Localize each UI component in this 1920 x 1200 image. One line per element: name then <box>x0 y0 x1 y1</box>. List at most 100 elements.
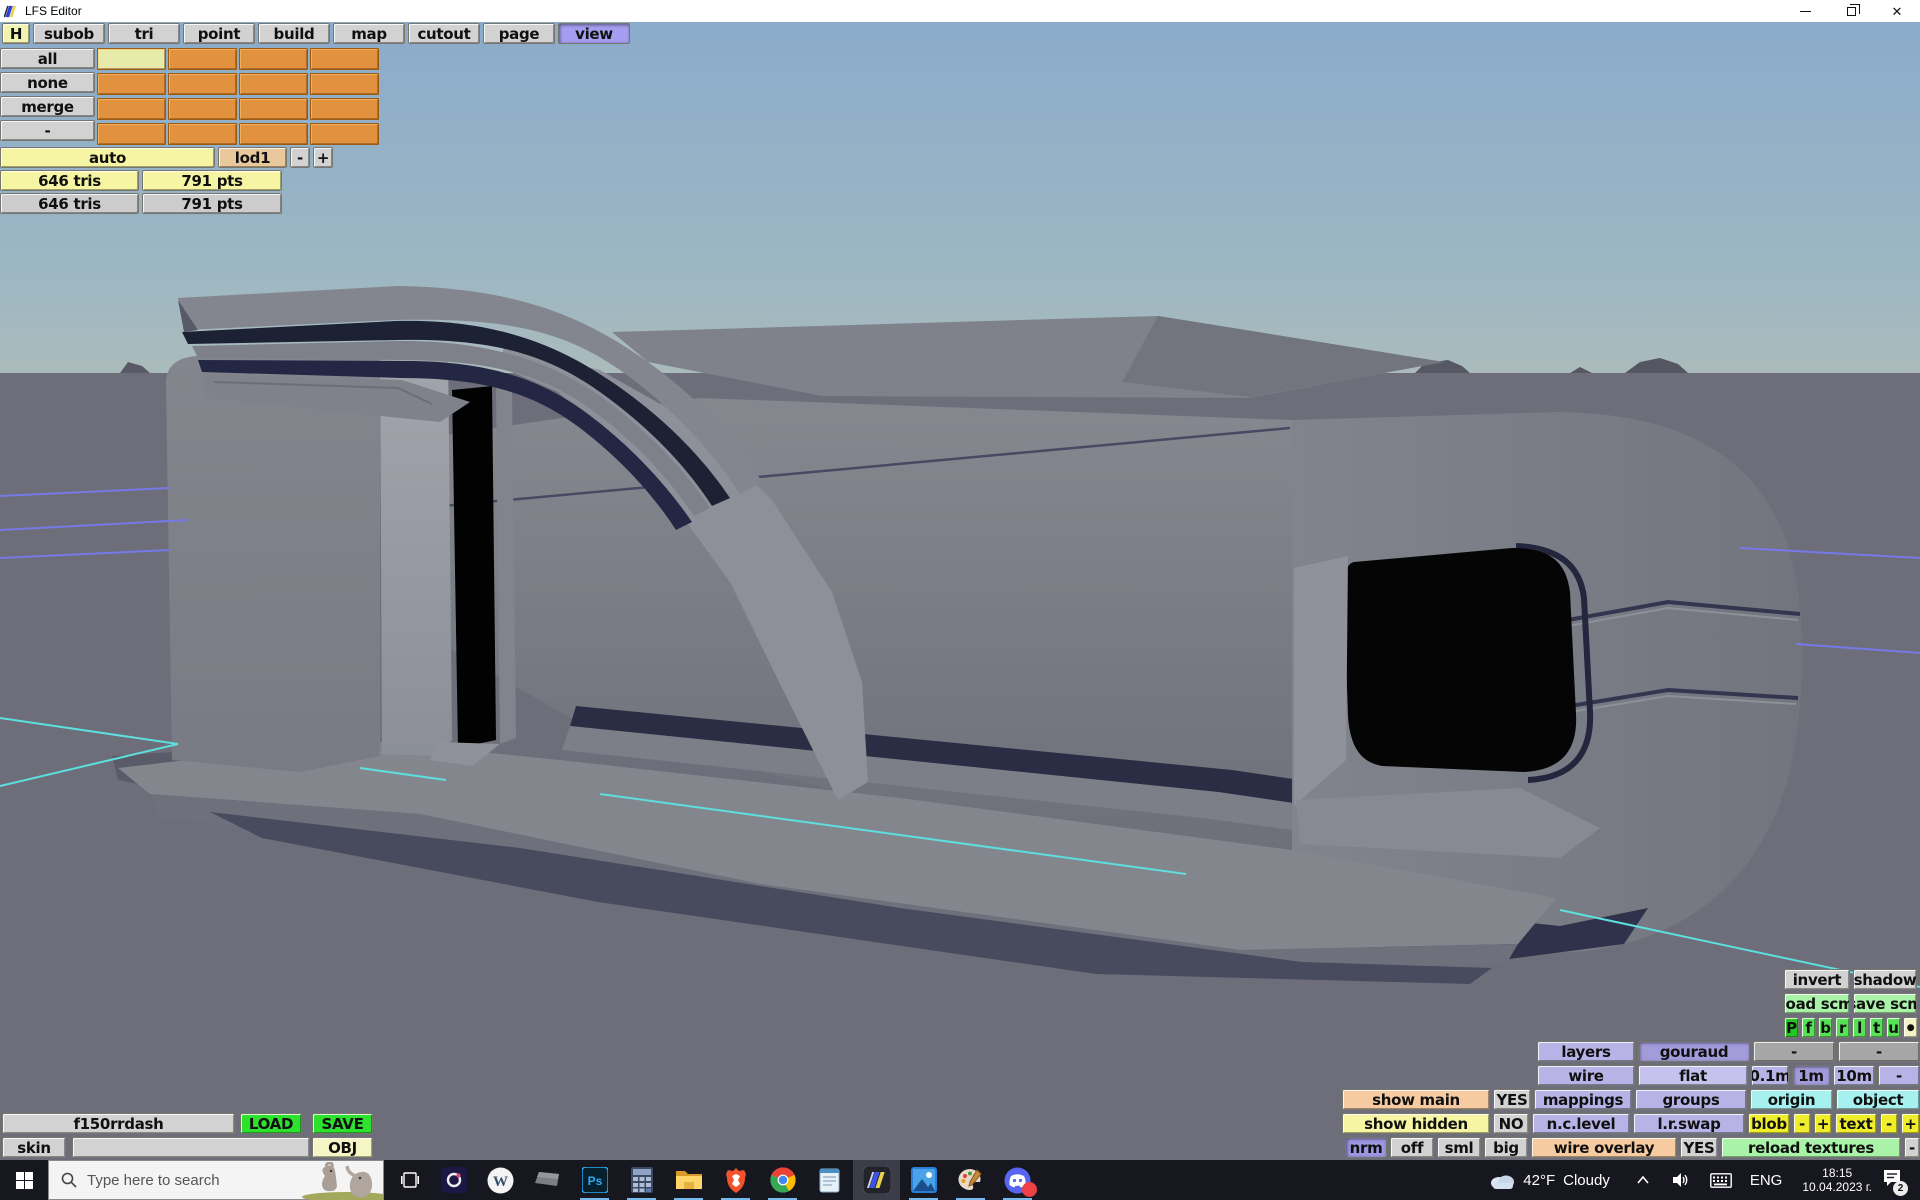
wire-button[interactable]: wire <box>1537 1065 1635 1086</box>
nrm-off-button[interactable]: off <box>1390 1137 1434 1158</box>
flag-p-button[interactable]: P <box>1784 1017 1799 1038</box>
load-button[interactable]: LOAD <box>240 1113 302 1134</box>
grid-cell[interactable] <box>97 123 166 145</box>
flag-l-button[interactable]: l <box>1852 1017 1867 1038</box>
show-main-button[interactable]: show main <box>1342 1089 1490 1110</box>
blob-button[interactable]: blob <box>1748 1113 1790 1134</box>
menu-item-subob[interactable]: subob <box>33 23 105 44</box>
viewport-3d[interactable] <box>0 0 1920 1200</box>
blob-plus-button[interactable]: + <box>1814 1113 1832 1134</box>
flat-button[interactable]: flat <box>1638 1065 1748 1086</box>
skin-name-field[interactable] <box>72 1137 310 1158</box>
taskbar-app-brave[interactable] <box>712 1160 759 1200</box>
menu-item-page[interactable]: page <box>483 23 555 44</box>
grid-cell[interactable] <box>168 98 237 120</box>
shadow-button[interactable]: shadow <box>1853 969 1917 990</box>
blob-minus-button[interactable]: - <box>1793 1113 1811 1134</box>
taskbar-app-chrome[interactable] <box>759 1160 806 1200</box>
scale-01m-button[interactable]: 0.1m <box>1751 1065 1789 1086</box>
text-button[interactable]: text <box>1835 1113 1877 1134</box>
reload-dash-button[interactable]: - <box>1904 1137 1920 1158</box>
grid-cell[interactable] <box>97 73 166 95</box>
flag-u-button[interactable]: u <box>1886 1017 1901 1038</box>
select-none-button[interactable]: none <box>0 72 95 93</box>
menu-item-view[interactable]: view <box>558 23 630 44</box>
dash-button-1[interactable]: - <box>1753 1041 1835 1062</box>
volume-icon[interactable] <box>1672 1172 1690 1188</box>
groups-button[interactable]: groups <box>1635 1089 1747 1110</box>
grid-cell[interactable] <box>239 123 308 145</box>
model-filename-field[interactable]: f150rrdash <box>2 1113 235 1134</box>
taskbar-app-discord[interactable] <box>994 1160 1041 1200</box>
menu-item-point[interactable]: point <box>183 23 255 44</box>
taskbar-app-w[interactable]: W <box>477 1160 524 1200</box>
search-input[interactable] <box>87 1172 277 1189</box>
clock[interactable]: 18:15 10.04.2023 г. <box>1802 1166 1872 1194</box>
auto-lod-button[interactable]: auto <box>0 147 215 168</box>
grid-cell[interactable] <box>310 98 379 120</box>
invert-button[interactable]: invert <box>1784 969 1850 990</box>
flag-dot-button[interactable]: ● <box>1903 1017 1918 1038</box>
save-button[interactable]: SAVE <box>312 1113 373 1134</box>
start-button[interactable] <box>0 1160 48 1200</box>
flag-t-button[interactable]: t <box>1869 1017 1884 1038</box>
dash-button-2[interactable]: - <box>1838 1041 1920 1062</box>
action-center-button[interactable]: 2 <box>1882 1169 1902 1192</box>
grid-cell-selected[interactable] <box>97 48 166 70</box>
grid-cell[interactable] <box>97 98 166 120</box>
taskbar-app-paint[interactable] <box>947 1160 994 1200</box>
skin-button[interactable]: skin <box>2 1137 66 1158</box>
touch-keyboard-icon[interactable] <box>1710 1173 1732 1188</box>
close-button[interactable]: ✕ <box>1874 0 1920 22</box>
tray-chevron-up-icon[interactable] <box>1636 1175 1650 1185</box>
menu-item-build[interactable]: build <box>258 23 330 44</box>
flag-r-button[interactable]: r <box>1835 1017 1850 1038</box>
show-main-value[interactable]: YES <box>1493 1089 1531 1110</box>
gouraud-button[interactable]: gouraud <box>1638 1041 1750 1062</box>
scale-dash-button[interactable]: - <box>1878 1065 1920 1086</box>
nrm-sml-button[interactable]: sml <box>1437 1137 1481 1158</box>
taskbar-app-calculator[interactable] <box>618 1160 665 1200</box>
show-hidden-button[interactable]: show hidden <box>1342 1113 1490 1134</box>
grid-cell[interactable] <box>168 123 237 145</box>
layers-button[interactable]: layers <box>1537 1041 1635 1062</box>
grid-cell[interactable] <box>310 73 379 95</box>
taskbar-app-photos[interactable] <box>900 1160 947 1200</box>
grid-cell[interactable] <box>310 48 379 70</box>
scale-10m-button[interactable]: 10m <box>1833 1065 1875 1086</box>
grid-cell[interactable] <box>239 48 308 70</box>
save-scm-button[interactable]: save scm <box>1853 993 1917 1014</box>
lod-minus-button[interactable]: - <box>290 147 310 168</box>
lod1-button[interactable]: lod1 <box>218 147 287 168</box>
minus-row-button[interactable]: - <box>0 120 95 141</box>
lr-swap-button[interactable]: l.r.swap <box>1633 1113 1745 1134</box>
show-hidden-value[interactable]: NO <box>1493 1113 1529 1134</box>
text-plus-button[interactable]: + <box>1901 1113 1920 1134</box>
menu-item-cutout[interactable]: cutout <box>408 23 480 44</box>
language-indicator[interactable]: ENG <box>1750 1172 1783 1189</box>
grid-cell[interactable] <box>168 73 237 95</box>
load-scm-button[interactable]: load scm <box>1784 993 1850 1014</box>
obj-export-button[interactable]: OBJ <box>312 1137 373 1158</box>
nc-level-button[interactable]: n.c.level <box>1532 1113 1630 1134</box>
lod-plus-button[interactable]: + <box>313 147 333 168</box>
taskbar-app-ring[interactable] <box>430 1160 477 1200</box>
taskbar-app-photoshop[interactable]: Ps <box>571 1160 618 1200</box>
grid-cell[interactable] <box>168 48 237 70</box>
taskbar-app-notepad[interactable] <box>806 1160 853 1200</box>
menu-item-h[interactable]: H <box>2 23 30 44</box>
task-view-button[interactable] <box>390 1160 430 1200</box>
nrm-button[interactable]: nrm <box>1345 1137 1387 1158</box>
select-all-button[interactable]: all <box>0 48 95 69</box>
taskbar-app-touchpad[interactable] <box>524 1160 571 1200</box>
taskbar-app-lfs-editor[interactable] <box>853 1160 900 1200</box>
flag-b-button[interactable]: b <box>1818 1017 1833 1038</box>
object-button[interactable]: object <box>1836 1089 1920 1110</box>
nrm-big-button[interactable]: big <box>1484 1137 1528 1158</box>
taskbar-app-file-explorer[interactable] <box>665 1160 712 1200</box>
grid-cell[interactable] <box>310 123 379 145</box>
grid-cell[interactable] <box>239 98 308 120</box>
mappings-button[interactable]: mappings <box>1534 1089 1632 1110</box>
menu-item-map[interactable]: map <box>333 23 405 44</box>
grid-cell[interactable] <box>239 73 308 95</box>
